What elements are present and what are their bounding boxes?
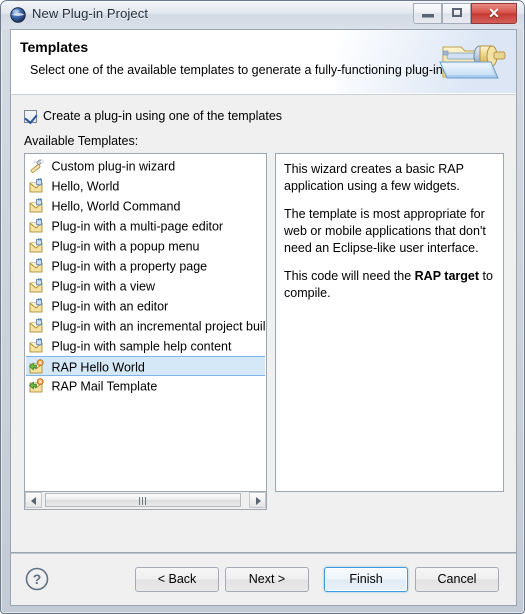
use-template-checkbox-label: Create a plug-in using one of the templa… [43, 109, 283, 123]
wizard-content: Create a plug-in using one of the templa… [10, 94, 517, 553]
triangle-left-icon [31, 497, 36, 505]
close-button[interactable]: ✕ [471, 3, 517, 24]
list-item-label: Plug-in with a view [51, 279, 155, 294]
page-title: Templates [20, 39, 89, 55]
description-paragraph-rich: This code will need the RAP target to co… [284, 268, 495, 302]
plugin-template-icon [29, 338, 45, 354]
eclipse-sphere-icon [10, 7, 26, 23]
cancel-button[interactable]: Cancel [415, 567, 499, 592]
rap-template-icon [28, 358, 45, 375]
finish-button[interactable]: Finish [324, 567, 408, 592]
plugin-template-icon [29, 218, 45, 234]
list-item[interactable]: Plug-in with an editor [25, 296, 266, 316]
wizard-header: Templates Select one of the available te… [10, 29, 517, 94]
help-icon[interactable]: ? [24, 566, 50, 592]
available-templates-label: Available Templates: [24, 134, 139, 148]
svg-text:?: ? [33, 571, 42, 587]
list-item-label: RAP Mail Template [51, 379, 158, 394]
page-description: Select one of the available templates to… [30, 63, 447, 77]
use-template-checkbox[interactable] [24, 110, 38, 125]
template-description-panel: This wizard creates a basic RAP applicat… [275, 153, 504, 492]
list-item[interactable]: Hello, World [25, 176, 266, 196]
wizard-wand-icon [29, 158, 45, 174]
list-item[interactable]: Plug-in with a view [25, 276, 266, 296]
list-item-label: Hello, World Command [51, 199, 181, 214]
list-item[interactable]: Hello, World Command [25, 196, 266, 216]
scroll-right-button[interactable] [249, 492, 266, 508]
description-paragraph: The template is most appropriate for web… [284, 207, 486, 255]
list-item-label: Hello, World [51, 179, 120, 194]
triangle-right-icon [256, 497, 261, 505]
scrollbar-thumb[interactable] [45, 493, 241, 507]
next-button[interactable]: Next > [225, 567, 309, 592]
desc-text-bold: RAP target [414, 269, 480, 283]
window-title: New Plug-in Project [32, 6, 149, 21]
list-item-label: RAP Hello World [51, 360, 145, 375]
plugin-template-icon [29, 318, 45, 334]
list-item[interactable]: Plug-in with a property page [25, 256, 266, 276]
list-item-label: Plug-in with a multi-page editor [51, 219, 224, 234]
list-item[interactable]: Custom plug-in wizard [25, 156, 266, 176]
desc-text-before: This code will need the [284, 269, 415, 283]
list-item[interactable]: Plug-in with a popup menu [25, 236, 266, 256]
plugin-template-icon [29, 258, 45, 274]
list-item[interactable]: Plug-in with an incremental project buil… [25, 316, 266, 336]
list-item-label: Plug-in with sample help content [51, 339, 232, 354]
plugin-template-icon [29, 298, 45, 314]
list-item-label: Plug-in with an editor [51, 299, 169, 314]
dialog-window: New Plug-in Project ✕ Templates Select o… [0, 0, 525, 614]
folder-plug-banner-icon [434, 33, 510, 91]
list-item-selected[interactable]: RAP Hello World [26, 356, 265, 376]
list-item[interactable]: RAP Mail Template [25, 376, 266, 396]
minimize-icon [422, 14, 434, 18]
back-button[interactable]: < Back [135, 567, 219, 592]
list-item-label: Custom plug-in wizard [51, 159, 176, 174]
template-list[interactable]: Custom plug-in wizard Hello, World Hello… [24, 153, 267, 492]
checkmark-icon [24, 110, 38, 125]
plugin-template-icon [29, 278, 45, 294]
list-horizontal-scrollbar[interactable] [24, 492, 267, 510]
plugin-template-icon [29, 238, 45, 254]
minimize-button[interactable] [413, 3, 442, 24]
description-paragraph: This wizard creates a basic RAP applicat… [284, 162, 464, 193]
list-item-label: Plug-in with a popup menu [51, 239, 200, 254]
dialog-button-bar: ? < Back Next > Finish Cancel [10, 553, 517, 606]
divider [11, 553, 516, 554]
list-item[interactable]: Plug-in with sample help content [25, 336, 266, 356]
rap-template-icon [28, 377, 45, 394]
plugin-template-icon [29, 178, 45, 194]
list-item[interactable]: Plug-in with a multi-page editor [25, 216, 266, 236]
grip-icon [139, 497, 148, 505]
template-list-items: Custom plug-in wizard Hello, World Hello… [25, 156, 266, 396]
list-item-label: Plug-in with an incremental project buil… [51, 319, 267, 334]
title-bar[interactable]: New Plug-in Project ✕ [1, 1, 524, 29]
maximize-icon [452, 8, 462, 17]
close-icon: ✕ [488, 5, 500, 21]
list-item-label: Plug-in with a property page [51, 259, 208, 274]
scroll-left-button[interactable] [25, 492, 42, 508]
plugin-template-icon [29, 198, 45, 214]
maximize-button[interactable] [442, 3, 471, 24]
